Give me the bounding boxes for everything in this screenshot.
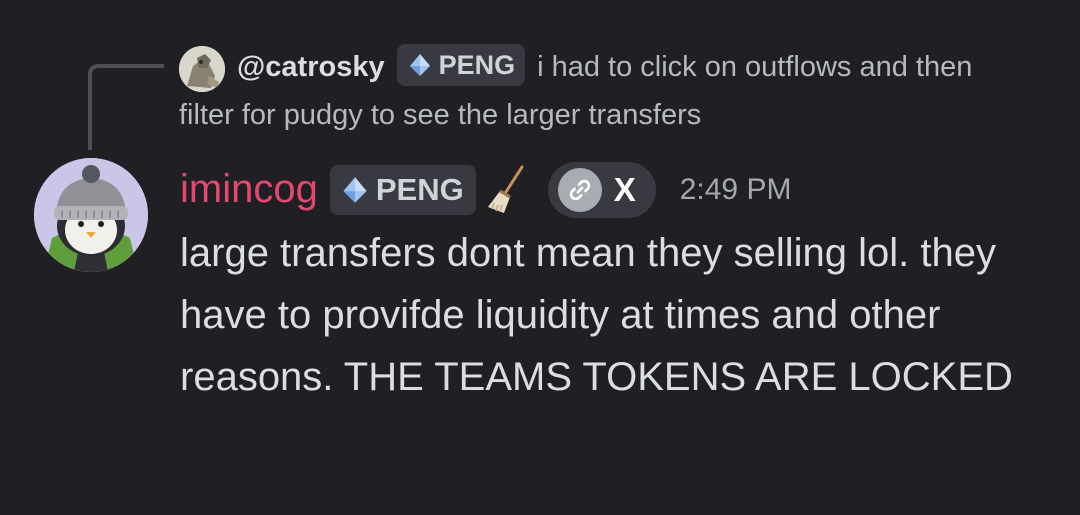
reply-preview[interactable]: @catrosky PENG i had to click on outflows … [179,44,1059,90]
reply-text-line-2: filter for pudgy to see the larger trans… [179,99,702,131]
timestamp[interactable]: 2:49 PM [680,173,792,207]
message-author[interactable]: imincog [180,167,318,212]
message-header: imincog PENG X 2:49 PM [180,160,791,220]
reply-tag-label: PENG [438,50,516,81]
avatar[interactable] [34,158,148,272]
message-content: large transfers dont mean they selling l… [180,231,1013,399]
reply-spine [88,64,164,150]
connection-pill[interactable]: X [547,162,656,218]
server-tag[interactable]: PENG [329,165,476,215]
connection-label: X [613,171,636,208]
reply-author[interactable]: @catrosky [237,51,385,83]
reply-text-line-1: i had to click on outflows and then [537,51,973,83]
crystal-icon [343,177,367,203]
reply-server-tag[interactable]: PENG [396,44,526,87]
link-icon [557,168,602,212]
broom-icon[interactable] [486,165,528,215]
crystal-icon [409,54,430,77]
server-tag-label: PENG [375,172,464,207]
